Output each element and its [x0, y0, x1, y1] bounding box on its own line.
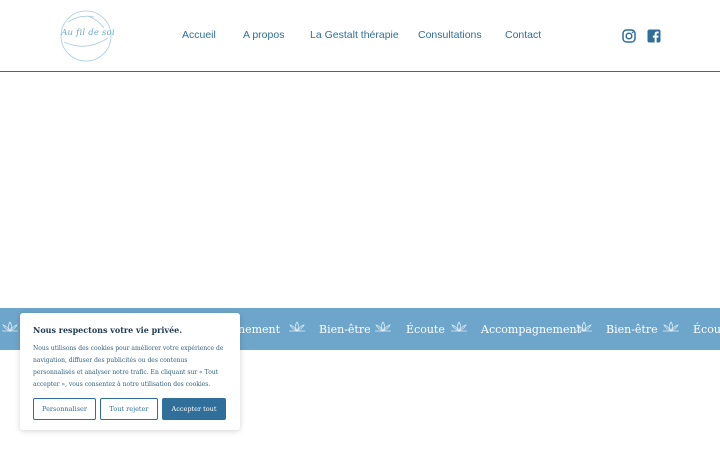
lotus-icon [662, 321, 680, 333]
nav-item-a-propos[interactable]: A propos [243, 29, 284, 41]
nav-item-contact[interactable]: Contact [505, 29, 541, 41]
site-header: Au fil de soi Accueil A propos La Gestal… [0, 0, 720, 72]
ribbon-item: nement [238, 322, 281, 336]
site-logo[interactable]: Au fil de soi [58, 8, 115, 64]
nav-item-gestalt[interactable]: La Gestalt thérapie [310, 29, 399, 41]
lotus-icon [1, 321, 19, 333]
lotus-icon [450, 321, 468, 333]
ribbon-item: Écoute [693, 322, 720, 336]
lotus-icon [575, 321, 593, 333]
cookie-banner: Nous respectons votre vie privée. Nous u… [20, 313, 240, 430]
cookie-title: Nous respectons votre vie privée. [33, 325, 183, 335]
lotus-icon [288, 321, 306, 333]
ribbon-item: Bien-être [606, 322, 658, 336]
reject-all-button[interactable]: Tout rejeter [100, 398, 158, 420]
instagram-icon[interactable] [622, 29, 636, 43]
facebook-icon[interactable] [647, 29, 661, 43]
customize-button[interactable]: Personnaliser [33, 398, 96, 420]
cookie-text: Nous utilisons des cookies pour améliore… [33, 345, 224, 388]
ribbon-item: Bien-être [319, 322, 371, 336]
logo-text: Au fil de soi [61, 28, 115, 38]
ribbon-item: Accompagnement [481, 322, 581, 336]
nav-item-accueil[interactable]: Accueil [182, 29, 216, 41]
accept-all-button[interactable]: Accepter tout [162, 398, 226, 420]
ribbon-item: Écoute [406, 322, 445, 336]
nav-item-consultations[interactable]: Consultations [418, 29, 482, 41]
lotus-icon [374, 321, 392, 333]
